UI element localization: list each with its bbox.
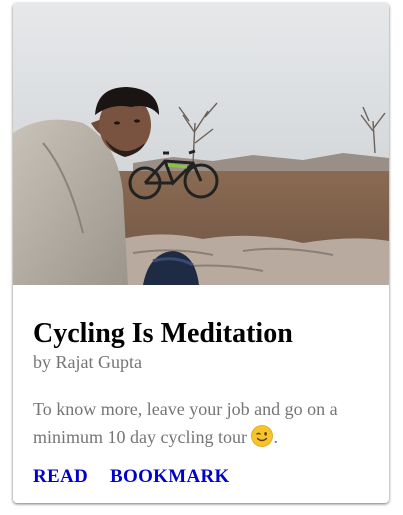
winking-face-icon [251,425,274,447]
description-text: To know more, leave your job and go on a… [33,399,338,447]
article-card: Cycling Is Meditation by Rajat Gupta To … [13,3,389,503]
card-description: To know more, leave your job and go on a… [33,395,378,451]
description-period: . [273,427,278,447]
card-title: Cycling Is Meditation [33,318,293,349]
cyclist-selfie-photo [13,3,389,285]
read-button[interactable]: READ [33,465,88,489]
bookmark-button[interactable]: BOOKMARK [110,465,230,489]
card-photo [13,3,389,285]
card-actions: READ BOOKMARK [33,465,230,489]
card-author: by Rajat Gupta [33,352,142,372]
